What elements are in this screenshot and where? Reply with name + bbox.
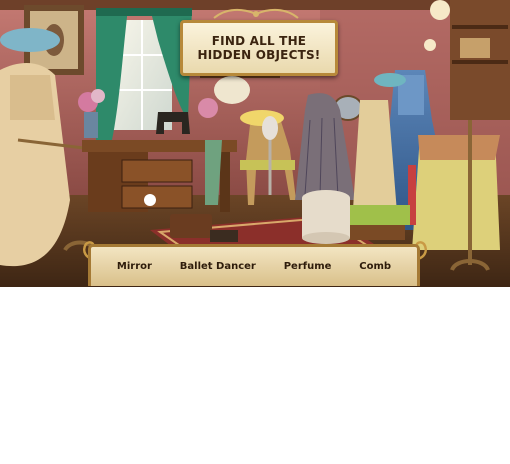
banner-line-1: FIND ALL THE [211,34,307,48]
binoculars [210,230,238,242]
object-item-mirror[interactable]: Mirror [117,261,152,272]
object-item-comb[interactable]: Comb [359,261,391,272]
banner-line-2: HIDDEN OBJECTS! [197,48,321,62]
object-item-perfume[interactable]: Perfume [284,261,332,272]
hat [0,28,60,52]
suitcase [170,214,212,238]
scroll-ornament-icon [213,8,299,19]
instruction-banner: FIND ALL THE HIDDEN OBJECTS! [180,20,338,76]
hat-box [214,76,250,104]
object-list-bar: Mirror Ballet Dancer Perfume Comb [88,244,420,286]
object-item-ballet-dancer[interactable]: Ballet Dancer [180,261,256,272]
